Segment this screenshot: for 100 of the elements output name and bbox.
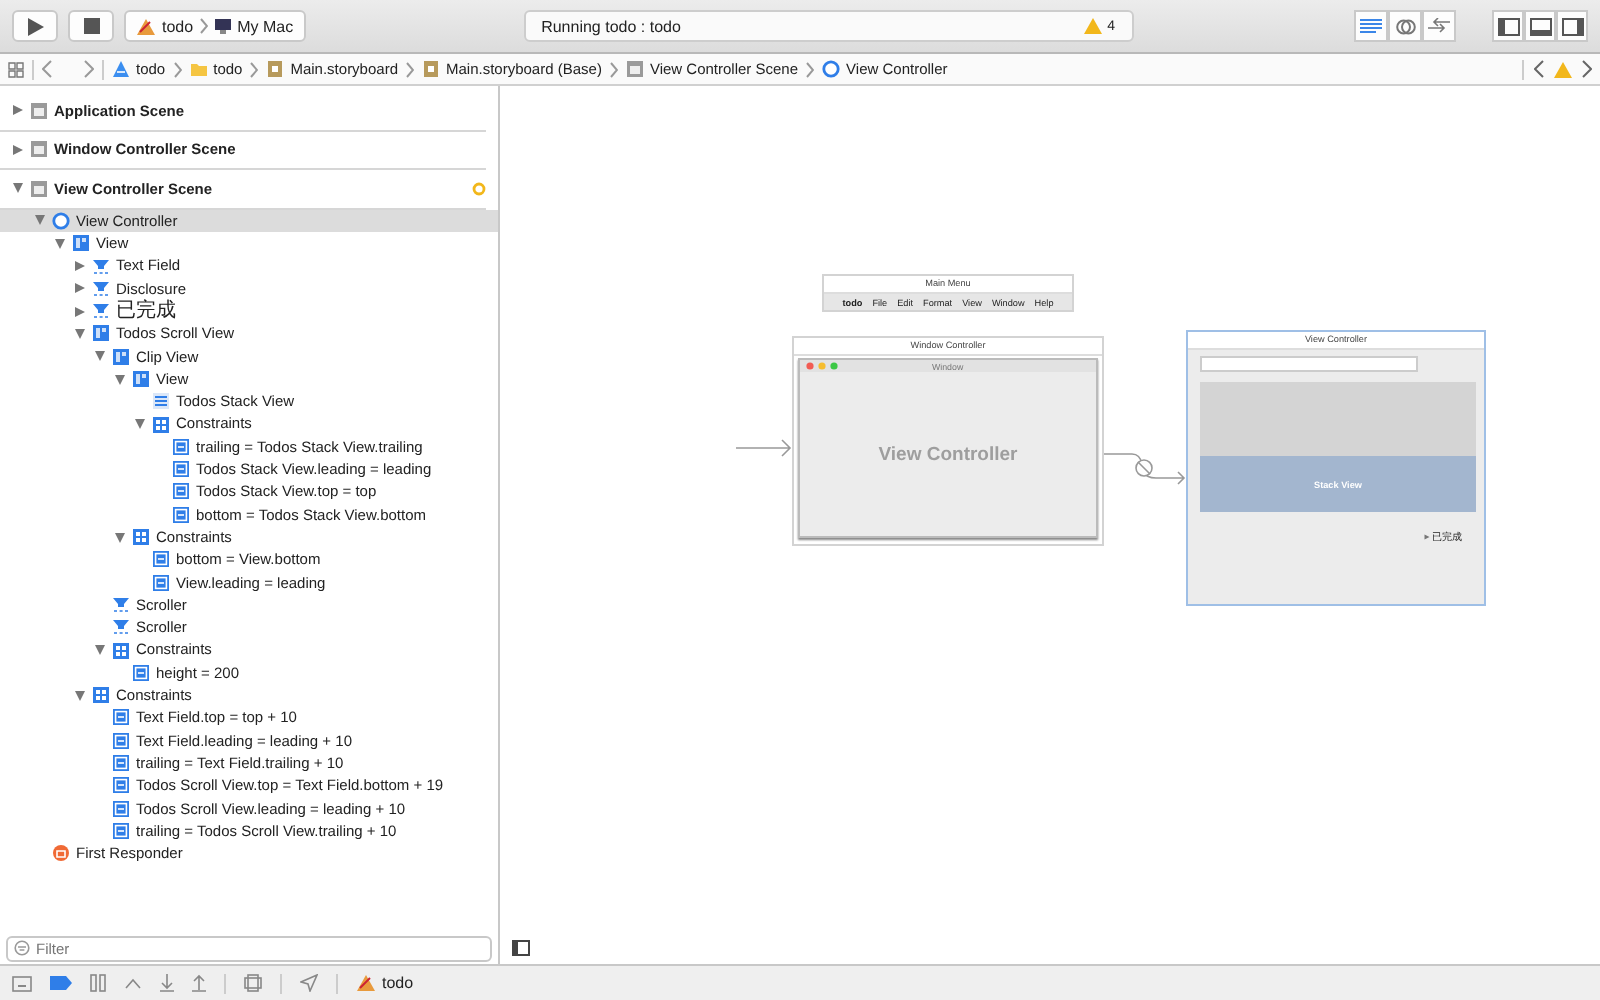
traffic-lights-icon bbox=[806, 362, 840, 370]
monitor-icon bbox=[213, 18, 232, 34]
constraints-icon bbox=[152, 415, 170, 434]
version-editor-button[interactable] bbox=[1422, 10, 1456, 42]
outline-label: 已完成 bbox=[116, 299, 176, 323]
entry-arrow bbox=[736, 438, 792, 458]
play-icon bbox=[27, 17, 43, 35]
breakpoint-icon[interactable] bbox=[50, 976, 72, 990]
disclosure-triangle[interactable] bbox=[54, 237, 66, 250]
constraint-icon bbox=[112, 776, 130, 795]
constraint-icon bbox=[132, 663, 150, 682]
view-controller-icon bbox=[52, 211, 70, 230]
view-icon bbox=[72, 234, 90, 253]
disclosure-triangle[interactable] bbox=[94, 350, 106, 363]
control-icon bbox=[92, 302, 110, 321]
lines-icon bbox=[1360, 18, 1382, 34]
scheme-selector[interactable]: todo My Mac bbox=[124, 10, 306, 42]
scene-icon bbox=[30, 179, 48, 198]
grid-icon[interactable] bbox=[8, 61, 24, 77]
control-icon bbox=[92, 257, 110, 276]
step-into-icon[interactable] bbox=[160, 974, 174, 992]
view-hierarchy-icon[interactable] bbox=[244, 974, 262, 992]
text-field[interactable] bbox=[1200, 356, 1418, 372]
constraints-icon bbox=[112, 641, 130, 660]
constraint-icon bbox=[172, 505, 190, 524]
view-icon bbox=[132, 370, 150, 388]
disclosure-triangle[interactable] bbox=[114, 373, 126, 385]
app-icon bbox=[112, 60, 130, 78]
chevron-icon bbox=[250, 61, 259, 77]
view-icon bbox=[112, 347, 130, 366]
constraint-icon bbox=[172, 437, 190, 456]
chevron-icon bbox=[609, 61, 618, 77]
debug-area-toggle[interactable] bbox=[1524, 10, 1556, 42]
process-selector[interactable]: todo bbox=[356, 974, 414, 992]
disclosure-triangle[interactable] bbox=[74, 689, 86, 702]
back-icon[interactable] bbox=[1534, 60, 1544, 78]
constraint-icon bbox=[112, 754, 130, 773]
control-icon bbox=[92, 279, 110, 298]
rings-icon bbox=[1395, 17, 1415, 35]
storyboard-icon bbox=[266, 60, 285, 78]
view-icon bbox=[92, 324, 110, 343]
standard-editor-button[interactable] bbox=[1354, 10, 1388, 42]
assistant-editor-button[interactable] bbox=[1388, 10, 1422, 42]
chevron-icon bbox=[199, 18, 208, 34]
disclosure-triangle[interactable] bbox=[134, 418, 146, 431]
status-text: Running todo : todo bbox=[541, 17, 683, 35]
constraint-icon bbox=[152, 573, 170, 592]
back-icon[interactable] bbox=[42, 60, 52, 78]
scene-icon bbox=[625, 60, 644, 78]
stop-button[interactable] bbox=[68, 10, 114, 42]
disclosure-triangle[interactable] bbox=[74, 305, 86, 318]
constraint-icon bbox=[112, 731, 130, 750]
pause-icon[interactable] bbox=[90, 974, 106, 992]
folder-icon bbox=[189, 60, 208, 78]
constraint-icon bbox=[172, 460, 190, 479]
step-out-icon[interactable] bbox=[192, 974, 206, 992]
warning-icon bbox=[1083, 18, 1102, 34]
chevron-icon bbox=[406, 61, 414, 77]
disclosure-triangle[interactable] bbox=[12, 143, 24, 156]
chevron-icon bbox=[806, 61, 815, 77]
forward-icon[interactable] bbox=[84, 60, 94, 78]
disclosure-triangle[interactable] bbox=[12, 182, 24, 195]
stack-view-icon bbox=[152, 392, 170, 411]
first-responder-icon bbox=[52, 844, 70, 863]
disclosure-triangle[interactable] bbox=[94, 644, 106, 657]
navigator-toggle[interactable] bbox=[1492, 10, 1524, 42]
disclosure-triangle[interactable] bbox=[34, 214, 46, 227]
step-over-icon[interactable] bbox=[124, 975, 142, 991]
hammer-app-icon bbox=[136, 17, 156, 35]
constraint-icon bbox=[112, 821, 130, 840]
constraint-icon bbox=[172, 482, 190, 501]
forward-icon[interactable] bbox=[1582, 60, 1592, 78]
content-placeholder-text: View Controller bbox=[878, 443, 1018, 465]
scene-icon bbox=[30, 101, 48, 120]
control-icon bbox=[112, 618, 130, 637]
run-button[interactable] bbox=[12, 10, 58, 42]
stop-icon bbox=[83, 18, 99, 34]
constraints-icon bbox=[132, 528, 150, 547]
disclosure-triangle[interactable] bbox=[1424, 534, 1430, 540]
constraint-icon bbox=[152, 550, 170, 569]
outline-toggle-icon[interactable] bbox=[512, 940, 530, 956]
console-icon[interactable] bbox=[12, 975, 32, 991]
right-panel-icon bbox=[1561, 17, 1583, 35]
scene-icon bbox=[30, 140, 48, 159]
outline-row[interactable]: 已完成 bbox=[0, 299, 498, 323]
bottom-panel-icon bbox=[1529, 17, 1551, 35]
constraints-icon bbox=[92, 686, 110, 705]
utilities-toggle[interactable] bbox=[1556, 10, 1588, 42]
arrows-icon bbox=[1428, 18, 1450, 34]
disclosure-triangle[interactable] bbox=[114, 531, 126, 544]
disclosure-triangle[interactable] bbox=[74, 327, 86, 340]
location-icon[interactable] bbox=[300, 974, 318, 992]
disclosure-triangle[interactable] bbox=[12, 104, 24, 117]
filter-icon bbox=[14, 940, 30, 956]
disclosure-triangle[interactable] bbox=[74, 260, 86, 273]
left-panel-icon bbox=[1497, 17, 1519, 35]
disclosure-triangle[interactable] bbox=[74, 282, 86, 295]
chevron-icon bbox=[173, 61, 182, 77]
constraint-icon bbox=[112, 799, 130, 818]
constraint-icon bbox=[112, 708, 130, 727]
